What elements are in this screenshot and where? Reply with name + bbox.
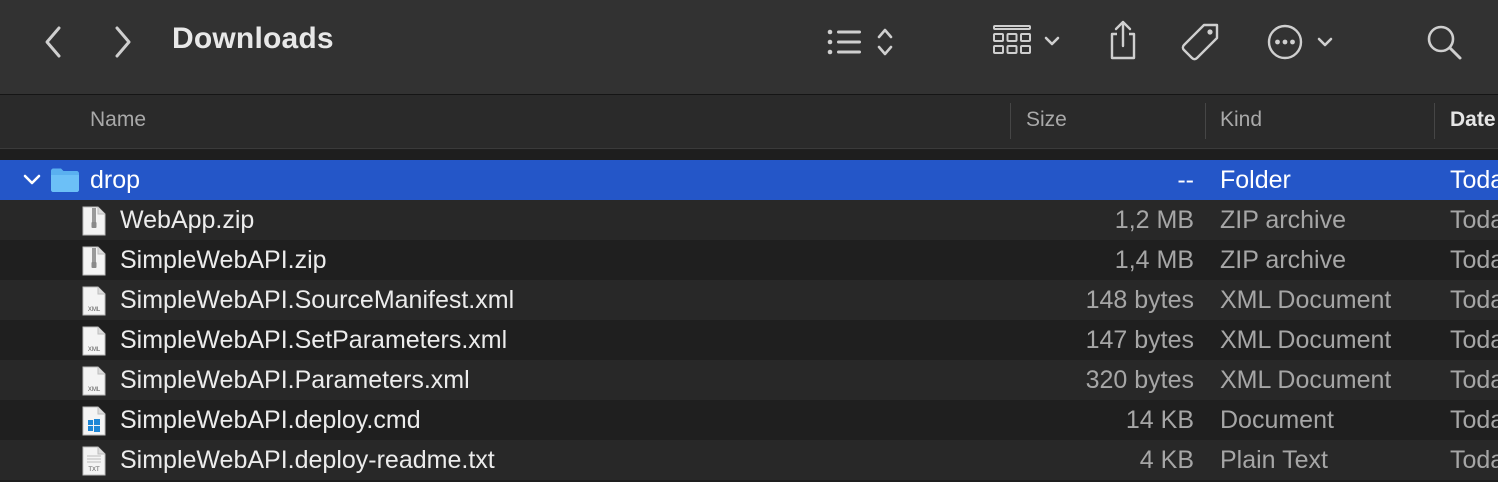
file-kind: XML Document (1220, 326, 1392, 354)
file-size: 147 bytes (1085, 326, 1194, 354)
column-divider[interactable] (1010, 103, 1011, 139)
xml-file-icon: XML (82, 366, 106, 396)
tag-button[interactable] (1178, 20, 1224, 66)
file-name: drop (90, 166, 141, 194)
column-divider[interactable] (1205, 103, 1206, 139)
file-date: Today (1450, 166, 1498, 194)
search-button[interactable] (1424, 22, 1464, 62)
file-name: SimpleWebAPI.SourceManifest.xml (120, 286, 515, 314)
column-header-kind[interactable]: Kind (1220, 95, 1262, 148)
file-badge: XML (88, 387, 101, 393)
window-title: Downloads (172, 22, 334, 55)
grid-icon (993, 25, 1060, 54)
file-size: 4 KB (1139, 446, 1194, 474)
column-header-name[interactable]: Name (90, 95, 146, 148)
file-kind: Folder (1220, 166, 1291, 194)
chevron-left-icon (45, 26, 61, 58)
file-kind: Plain Text (1220, 446, 1328, 474)
share-icon (1110, 20, 1136, 60)
file-date: Today (1450, 446, 1498, 474)
table-row[interactable]: TXT SimpleWebAPI.deploy-readme.txt 4 KB … (0, 440, 1498, 480)
share-button[interactable] (1104, 18, 1142, 62)
xml-file-icon: XML (82, 286, 106, 316)
folder-icon (51, 168, 79, 192)
file-date: Today (1450, 366, 1498, 394)
file-size: 1,2 MB (1114, 206, 1194, 234)
file-date: Today (1450, 286, 1498, 314)
search-icon (1427, 25, 1462, 60)
group-button[interactable] (990, 22, 1066, 62)
xml-file-icon: XML (82, 326, 106, 356)
zip-file-icon (82, 246, 106, 276)
forward-button[interactable] (106, 22, 140, 62)
file-badge: XML (88, 307, 101, 313)
file-name: WebApp.zip (120, 206, 255, 234)
column-header-date[interactable]: Date (1450, 95, 1496, 148)
file-size: 14 KB (1125, 406, 1194, 434)
table-row[interactable]: WebApp.zip 1,2 MB ZIP archive Today (0, 200, 1498, 240)
file-kind: ZIP archive (1220, 206, 1346, 234)
toolbar: Downloads (0, 0, 1498, 95)
list-icon (827, 28, 893, 56)
table-row[interactable]: XML SimpleWebAPI.Parameters.xml 320 byte… (0, 360, 1498, 400)
table-row[interactable]: XML SimpleWebAPI.SetParameters.xml 147 b… (0, 320, 1498, 360)
table-row[interactable]: SimpleWebAPI.zip 1,4 MB ZIP archive Toda… (0, 240, 1498, 280)
table-row[interactable]: XML SimpleWebAPI.SourceManifest.xml 148 … (0, 280, 1498, 320)
column-divider[interactable] (1434, 103, 1435, 139)
column-header-size[interactable]: Size (1026, 95, 1067, 148)
file-kind: Document (1220, 406, 1334, 434)
file-name: SimpleWebAPI.deploy.cmd (120, 406, 421, 434)
file-kind: XML Document (1220, 286, 1392, 314)
disclosure-chevron-icon[interactable] (22, 170, 42, 190)
file-name: SimpleWebAPI.SetParameters.xml (120, 326, 508, 354)
cmd-file-icon (82, 406, 106, 436)
file-name: SimpleWebAPI.Parameters.xml (120, 366, 470, 394)
tag-icon (1181, 23, 1219, 61)
table-row[interactable]: SimpleWebAPI.deploy.cmd 14 KB Document T… (0, 400, 1498, 440)
file-size: 1,4 MB (1114, 246, 1194, 274)
column-header: Name Size Kind Date (0, 95, 1498, 149)
file-date: Today (1450, 326, 1498, 354)
file-badge: TXT (88, 467, 100, 473)
file-size: 320 bytes (1085, 366, 1194, 394)
ellipsis-circle-icon (1267, 24, 1333, 60)
file-name: SimpleWebAPI.zip (120, 246, 327, 274)
file-kind: XML Document (1220, 366, 1392, 394)
file-badge: XML (88, 347, 101, 353)
view-options-button[interactable] (824, 24, 900, 60)
file-size: -- (1177, 166, 1194, 194)
more-actions-button[interactable] (1264, 20, 1340, 64)
file-date: Today (1450, 246, 1498, 274)
file-list: drop -- Folder Today WebApp.zip 1,2 MB Z… (0, 160, 1498, 480)
back-button[interactable] (36, 22, 70, 62)
file-kind: ZIP archive (1220, 246, 1346, 274)
file-name: SimpleWebAPI.deploy-readme.txt (120, 446, 495, 474)
file-date: Today (1450, 206, 1498, 234)
zip-file-icon (82, 206, 106, 236)
chevron-right-icon (115, 26, 131, 58)
table-row[interactable]: drop -- Folder Today (0, 160, 1498, 200)
file-date: Today (1450, 406, 1498, 434)
txt-file-icon: TXT (82, 446, 106, 476)
file-size: 148 bytes (1085, 286, 1194, 314)
